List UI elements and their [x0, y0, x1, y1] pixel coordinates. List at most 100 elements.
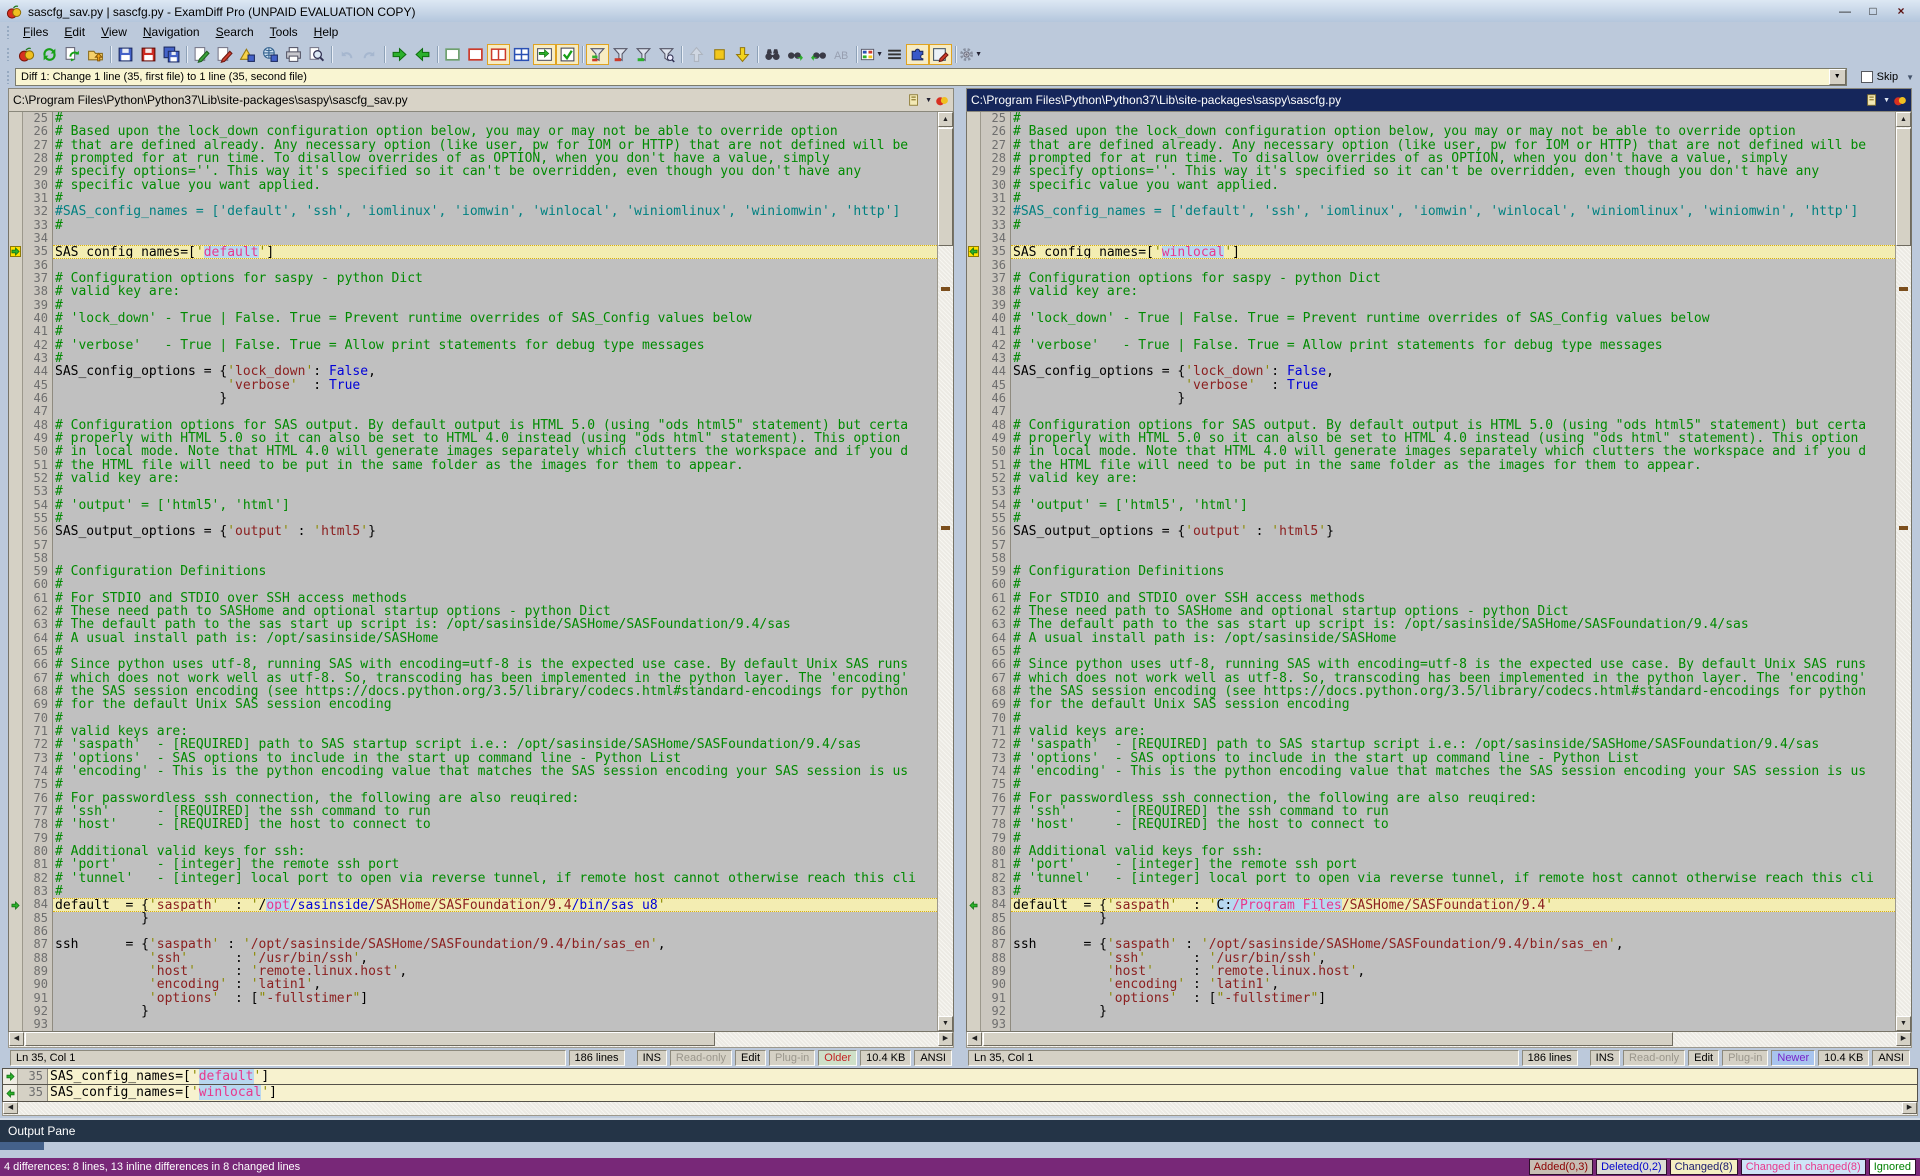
- maximize-button[interactable]: □: [1860, 4, 1886, 21]
- code-text[interactable]: 'verbose' : True: [1011, 379, 1895, 392]
- code-text[interactable]: [1011, 259, 1895, 272]
- code-text[interactable]: 'host' : 'remote.linux.host',: [53, 965, 937, 978]
- code-text[interactable]: [1011, 539, 1895, 552]
- show-first-pane-icon[interactable]: [441, 44, 464, 65]
- vertical-scroll-thumb[interactable]: [1896, 128, 1911, 246]
- match-case-icon[interactable]: AB: [830, 44, 853, 65]
- code-text[interactable]: #: [53, 645, 937, 658]
- code-text[interactable]: 'ssh' : '/usr/bin/ssh',: [1011, 952, 1895, 965]
- toolbar-drag-handle[interactable]: [6, 47, 11, 61]
- save-all-icon[interactable]: [160, 44, 183, 65]
- sync-panes-icon[interactable]: [533, 44, 556, 65]
- skip-checkbox[interactable]: [1861, 71, 1873, 83]
- second-file-path-header[interactable]: C:\Program Files\Python\Python37\Lib\sit…: [966, 88, 1912, 112]
- code-text[interactable]: 'encoding' : 'latin1',: [53, 978, 937, 991]
- code-text[interactable]: [1011, 232, 1895, 245]
- code-text[interactable]: # Since python uses utf-8, running SAS w…: [53, 658, 937, 671]
- code-text[interactable]: # 'host' - [REQUIRED] the host to connec…: [1011, 818, 1895, 831]
- code-text[interactable]: # 'port' - [integer] the remote ssh port: [53, 858, 937, 871]
- code-text[interactable]: # Configuration Definitions: [1011, 565, 1895, 578]
- copy-to-second-icon[interactable]: [388, 44, 411, 65]
- filter-search-icon[interactable]: [655, 44, 678, 65]
- code-text[interactable]: #: [1011, 778, 1895, 791]
- code-text[interactable]: #: [1011, 112, 1895, 125]
- code-text[interactable]: 'encoding' : 'latin1',: [1011, 978, 1895, 991]
- code-text[interactable]: [53, 925, 937, 938]
- code-text[interactable]: #SAS_config_names = ['default', 'ssh', '…: [1011, 205, 1895, 218]
- code-text[interactable]: SAS_config_options = {'lock_down': False…: [1011, 365, 1895, 378]
- code-text[interactable]: # in local mode. Note that HTML 4.0 will…: [53, 445, 937, 458]
- code-text[interactable]: # valid keys are:: [53, 725, 937, 738]
- code-text[interactable]: # A usual install path is: /opt/sasinsid…: [1011, 632, 1895, 645]
- vertical-scroll-thumb[interactable]: [938, 128, 953, 246]
- edit-first-file-icon[interactable]: [190, 44, 213, 65]
- save-differences-icon[interactable]: [236, 44, 259, 65]
- code-text[interactable]: #: [1011, 578, 1895, 591]
- code-text[interactable]: #: [1011, 192, 1895, 205]
- code-text[interactable]: [53, 552, 937, 565]
- first-pane-horizontal-scrollbar[interactable]: ◀ ▶: [8, 1032, 954, 1048]
- code-text[interactable]: # properly with HTML 5.0 so it can also …: [1011, 432, 1895, 445]
- code-text[interactable]: # specify options=''. This way it's spec…: [53, 165, 937, 178]
- copy-to-first-icon[interactable]: [411, 44, 434, 65]
- code-text[interactable]: #: [53, 219, 937, 232]
- code-text[interactable]: # These need path to SASHome and optiona…: [1011, 605, 1895, 618]
- code-text[interactable]: [1011, 925, 1895, 938]
- code-text[interactable]: # Configuration options for saspy - pyth…: [53, 272, 937, 285]
- code-text[interactable]: # 'saspath' - [REQUIRED] path to SAS sta…: [1011, 738, 1895, 751]
- diff-detail-row[interactable]: 35SAS_config_names=['default']: [3, 1069, 1917, 1085]
- code-text[interactable]: # A usual install path is: /opt/sasinsid…: [53, 632, 937, 645]
- menu-item-navigation[interactable]: Navigation: [135, 23, 208, 41]
- code-text[interactable]: #: [1011, 832, 1895, 845]
- four-pane-icon[interactable]: [510, 44, 533, 65]
- code-text[interactable]: [53, 1018, 937, 1031]
- code-text[interactable]: #: [53, 192, 937, 205]
- show-second-pane-icon[interactable]: [464, 44, 487, 65]
- scroll-up-icon[interactable]: ▲: [1896, 112, 1911, 127]
- pane-options-icon[interactable]: [1865, 93, 1879, 107]
- compare-files-icon[interactable]: [15, 44, 38, 65]
- code-text[interactable]: # that are defined already. Any necessar…: [1011, 139, 1895, 152]
- show-matches-only-icon[interactable]: [632, 44, 655, 65]
- scroll-right-icon[interactable]: ▶: [1896, 1032, 1911, 1046]
- code-text[interactable]: # 'encoding' - This is the python encodi…: [53, 765, 937, 778]
- save-as-html-icon[interactable]: [259, 44, 282, 65]
- second-pane-horizontal-scrollbar[interactable]: ◀ ▶: [966, 1032, 1912, 1048]
- code-text[interactable]: #: [53, 352, 937, 365]
- code-text[interactable]: # valid key are:: [53, 285, 937, 298]
- menubar-drag-handle[interactable]: [6, 25, 11, 39]
- code-text[interactable]: 'ssh' : '/usr/bin/ssh',: [53, 952, 937, 965]
- code-text[interactable]: default = {'saspath' : 'C:/Program Files…: [1011, 898, 1895, 911]
- undo-icon[interactable]: [335, 44, 358, 65]
- code-text[interactable]: #: [53, 299, 937, 312]
- recompare-icon[interactable]: [38, 44, 61, 65]
- code-text[interactable]: #SAS_config_names = ['default', 'ssh', '…: [53, 205, 937, 218]
- code-text[interactable]: #: [53, 885, 937, 898]
- show-options-icon[interactable]: [556, 44, 579, 65]
- code-text[interactable]: # These need path to SASHome and optiona…: [53, 605, 937, 618]
- code-text[interactable]: # Since python uses utf-8, running SAS w…: [1011, 658, 1895, 671]
- horizontal-scroll-thumb[interactable]: [25, 1032, 715, 1046]
- code-text[interactable]: # 'port' - [integer] the remote ssh port: [1011, 858, 1895, 871]
- code-text[interactable]: #: [1011, 712, 1895, 725]
- code-text[interactable]: SAS_config_options = {'lock_down': False…: [53, 365, 937, 378]
- code-text[interactable]: #: [53, 578, 937, 591]
- code-text[interactable]: }: [1011, 912, 1895, 925]
- show-diffs-only-icon[interactable]: [609, 44, 632, 65]
- statistics-icon[interactable]: ▼: [860, 44, 883, 65]
- code-text[interactable]: }: [53, 912, 937, 925]
- next-diff-icon[interactable]: [731, 44, 754, 65]
- code-text[interactable]: # that are defined already. Any necessar…: [53, 139, 937, 152]
- code-text[interactable]: # 'host' - [REQUIRED] the host to connec…: [53, 818, 937, 831]
- code-text[interactable]: # valid keys are:: [1011, 725, 1895, 738]
- code-text[interactable]: # 'lock_down' - True | False. True = Pre…: [53, 312, 937, 325]
- code-text[interactable]: 'options' : ["-fullstimer"]: [53, 992, 937, 1005]
- scroll-left-icon[interactable]: ◀: [3, 1102, 18, 1114]
- diff-combo-dropdown-button[interactable]: ▼: [1829, 69, 1846, 85]
- code-text[interactable]: # Configuration options for SAS output. …: [53, 419, 937, 432]
- code-text[interactable]: #: [53, 512, 937, 525]
- code-text[interactable]: # prompted for at run time. To disallow …: [53, 152, 937, 165]
- code-text[interactable]: [53, 259, 937, 272]
- menu-item-view[interactable]: View: [93, 23, 135, 41]
- code-text[interactable]: # in local mode. Note that HTML 4.0 will…: [1011, 445, 1895, 458]
